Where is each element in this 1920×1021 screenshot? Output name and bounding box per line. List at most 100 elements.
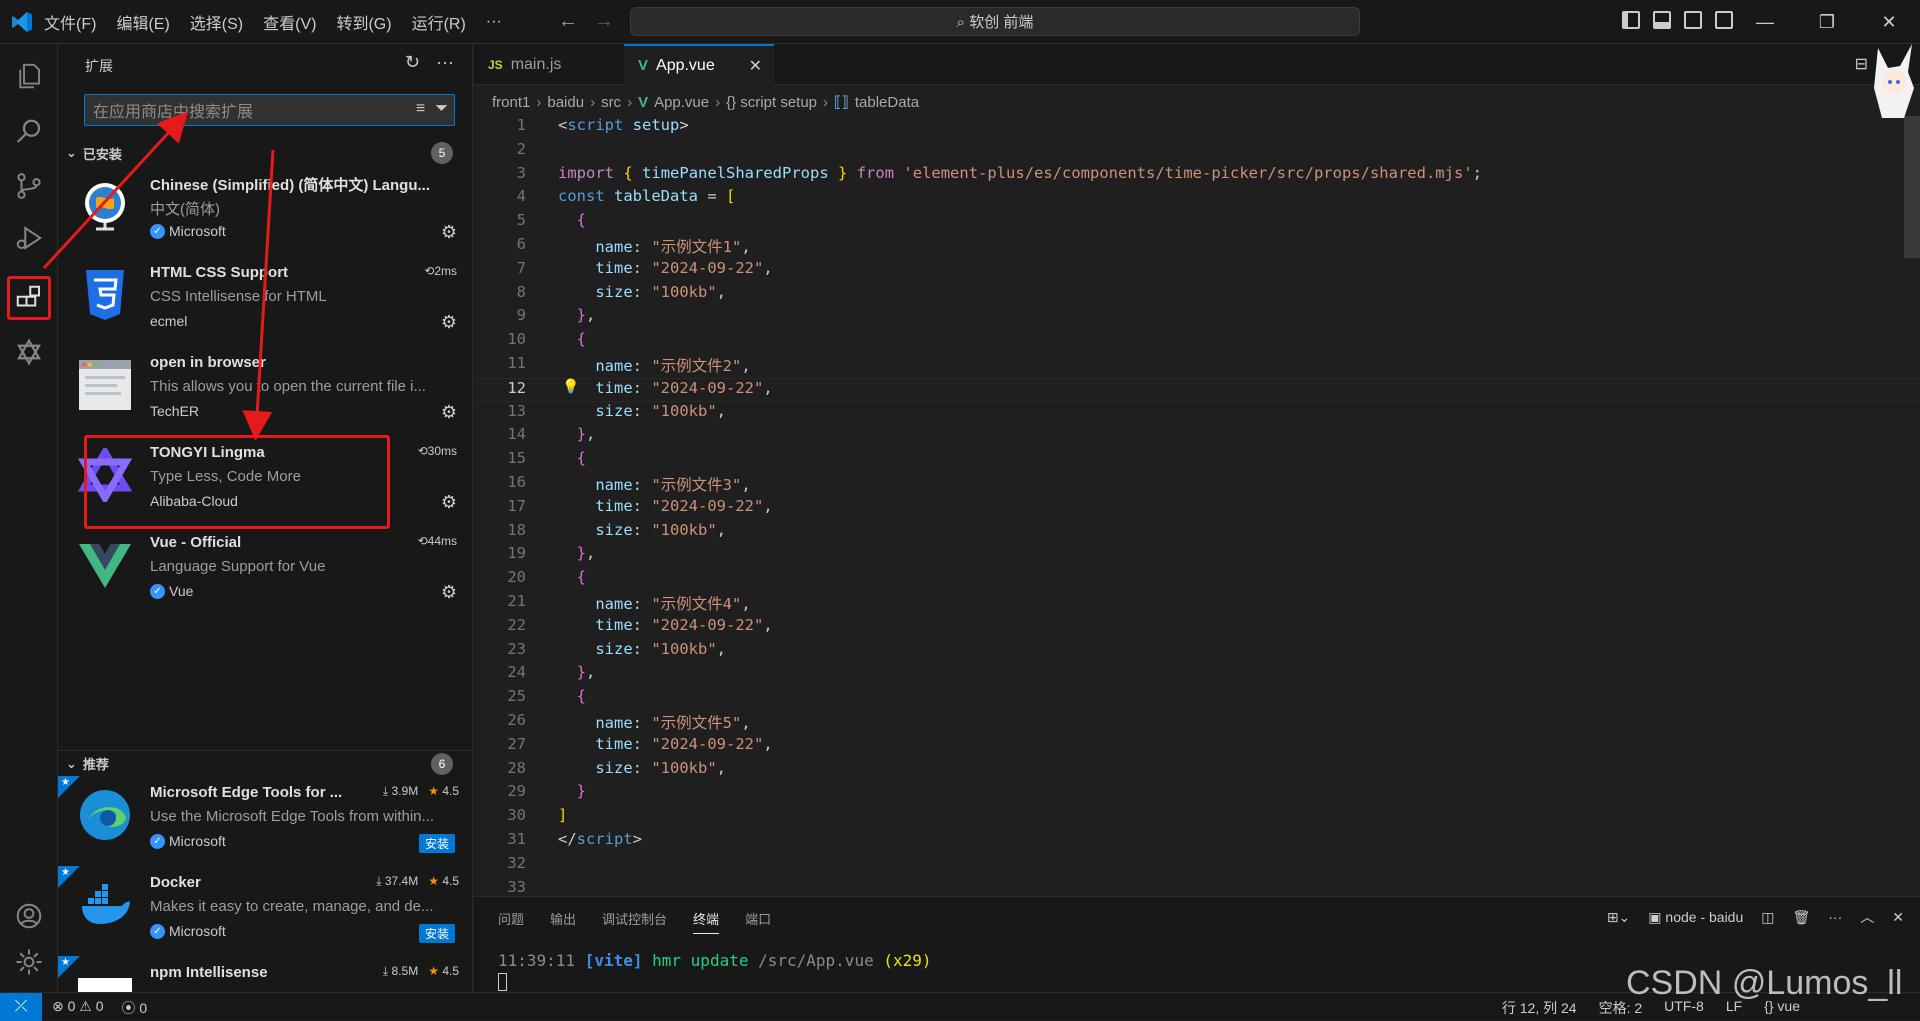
command-center[interactable]: ⌕ 软创 前端	[630, 7, 1360, 36]
cursor-position[interactable]: 行 12, 列 24	[1502, 998, 1577, 1018]
manage-gear-icon[interactable]	[9, 942, 49, 982]
extension-gear-icon[interactable]: ⚙	[441, 312, 457, 333]
extension-item-open-in-browser[interactable]: open in browser This allows you to open …	[58, 346, 473, 436]
recommended-section-header[interactable]: ⌄ 推荐 6	[58, 750, 473, 776]
minimize-icon[interactable]: —	[1734, 0, 1796, 44]
menu-view[interactable]: 查看(V)	[263, 10, 316, 34]
js-file-icon: JS	[488, 57, 503, 72]
extension-publisher: ✓ Microsoft	[150, 223, 226, 239]
recommended-star-icon: ★	[58, 776, 80, 798]
filter-icon[interactable]: ⏷	[435, 100, 448, 118]
restore-icon[interactable]: ❐	[1796, 0, 1858, 44]
search-filters: ≡ ⏷	[416, 100, 448, 118]
more-actions-icon[interactable]: ···	[1828, 909, 1842, 925]
verified-icon: ✓	[150, 583, 165, 599]
extension-item-edge-tools[interactable]: ★ Microsoft Edge Tools for ... Use the M…	[58, 776, 473, 866]
globe-icon	[85, 183, 125, 231]
tab-debug-console[interactable]: 调试控制台	[602, 909, 667, 934]
csdn-watermark: CSDN @Lumos_ll	[1626, 964, 1903, 1002]
verified-icon: ✓	[150, 223, 165, 239]
extension-desc: 中文(简体)	[150, 201, 220, 218]
code-line: 5 {	[516, 211, 587, 230]
code-line-active: 12 💡 time: "2024-09-22",	[474, 377, 1920, 402]
run-debug-icon[interactable]	[9, 218, 49, 258]
more-actions-icon[interactable]: ···	[436, 52, 454, 73]
back-arrow-icon[interactable]: ←	[558, 10, 578, 33]
extensions-search-input[interactable]: 在应用商店中搜索扩展 ≡ ⏷	[84, 94, 455, 126]
publisher-name: Microsoft	[169, 833, 226, 849]
breadcrumb-item[interactable]: baidu	[547, 94, 584, 111]
search-icon[interactable]	[9, 112, 49, 152]
problems-status[interactable]: ⊗ 0 ⚠ 0	[52, 998, 104, 1018]
minimap-scrollbar[interactable]	[1904, 116, 1920, 258]
extension-stats: ⤓ 8.5M ★ 4.5	[383, 964, 459, 979]
menu-run[interactable]: 运行(R)	[412, 10, 466, 34]
code-line: 30]	[507, 806, 568, 825]
vue-file-icon: V	[638, 57, 649, 74]
code-line: 26 name: "示例文件5",	[507, 711, 751, 732]
remote-indicator-icon[interactable]: ⤫	[0, 993, 42, 1021]
extension-gear-icon[interactable]: ⚙	[441, 402, 457, 423]
maximize-panel-icon[interactable]: ︿	[1860, 907, 1874, 927]
customize-layout-icon[interactable]	[1715, 11, 1733, 29]
code-editor[interactable]: 1 <script setup> 2 3 import { timePanelSha…	[474, 116, 1920, 896]
toggle-panel-icon[interactable]	[1653, 11, 1671, 29]
code-line: 23 size: "100kb",	[507, 639, 726, 658]
close-tab-icon[interactable]: ✕	[749, 56, 762, 76]
code-line: 13 size: "100kb",	[507, 401, 726, 420]
menu-file[interactable]: 文件(F)	[44, 10, 96, 34]
extension-item-npm-intellisense[interactable]: ★ npm Intellisense ⤓ 8.5M ★ 4.5	[58, 956, 473, 992]
breadcrumb-item[interactable]: src	[601, 94, 621, 111]
ports-status[interactable]: ⦿ 0	[122, 998, 148, 1018]
menu-more[interactable]: ···	[486, 13, 502, 31]
breadcrumb-item[interactable]: App.vue	[654, 94, 709, 111]
split-terminal-icon[interactable]: ◫	[1761, 909, 1774, 926]
tab-output[interactable]: 输出	[550, 909, 576, 934]
explorer-icon[interactable]	[9, 56, 49, 96]
extension-gear-icon[interactable]: ⚙	[441, 582, 457, 603]
css3-icon	[86, 270, 124, 320]
toggle-secondary-sidebar-icon[interactable]	[1684, 11, 1702, 29]
install-button[interactable]: 安装	[418, 834, 455, 853]
lingma-icon[interactable]	[9, 332, 49, 372]
extension-item-chinese[interactable]: Chinese (Simplified) (简体中文) Langu... 中文(…	[58, 166, 473, 256]
verified-icon: ✓	[150, 833, 165, 849]
extension-publisher: ✓ Vue	[150, 583, 193, 599]
breadcrumb-item[interactable]: front1	[492, 94, 530, 111]
terminal-output[interactable]: 11:39:11 [vite] hmr update /src/App.vue …	[498, 951, 932, 970]
code-line: 21 name: "示例文件4",	[507, 592, 751, 613]
split-editor-icon[interactable]: ⊟	[1855, 54, 1868, 74]
tab-terminal[interactable]: 终端	[693, 909, 720, 934]
extension-item-vue[interactable]: Vue - Official Language Support for Vue …	[58, 526, 473, 616]
extension-item-docker[interactable]: ★ Docker Makes it easy to create, manage…	[58, 866, 473, 956]
tab-ports[interactable]: 端口	[745, 909, 771, 934]
breadcrumb-item[interactable]: tableData	[855, 94, 919, 111]
tab-problems[interactable]: 问题	[498, 909, 524, 934]
tab-label: App.vue	[656, 56, 715, 74]
menu-selection[interactable]: 选择(S)	[190, 10, 243, 34]
extension-item-html-css[interactable]: HTML CSS Support CSS Intellisense for HT…	[58, 256, 473, 346]
extension-gear-icon[interactable]: ⚙	[441, 492, 457, 513]
recommended-star-icon: ★	[58, 866, 80, 888]
menu-edit[interactable]: 编辑(E)	[116, 10, 169, 34]
new-terminal-dropdown-icon[interactable]: ⊞⌄	[1607, 909, 1630, 926]
install-button[interactable]: 安装	[418, 924, 455, 943]
trash-icon[interactable]: 🗑	[1792, 909, 1810, 926]
installed-section-header[interactable]: ⌄ 已安装 5	[58, 140, 473, 166]
tab-app-vue[interactable]: V App.vue ✕	[624, 44, 774, 85]
breadcrumb-item[interactable]: {} script setup	[726, 94, 817, 111]
menu-go[interactable]: 转到(G)	[336, 10, 391, 34]
tab-main-js[interactable]: JS main.js	[474, 44, 624, 85]
source-control-icon[interactable]	[9, 166, 49, 206]
code-line: 29 }	[507, 782, 587, 801]
extension-gear-icon[interactable]: ⚙	[441, 222, 457, 243]
extensions-icon[interactable]	[7, 276, 51, 320]
account-icon[interactable]	[9, 896, 49, 936]
code-line: 1 <script setup>	[516, 116, 689, 134]
close-panel-icon[interactable]: ✕	[1892, 909, 1904, 926]
clear-filter-icon[interactable]: ≡	[416, 100, 425, 118]
terminal-instance[interactable]: ▣ node - baidu	[1648, 909, 1743, 926]
toggle-sidebar-icon[interactable]	[1622, 11, 1640, 29]
refresh-icon[interactable]: ↻	[405, 52, 420, 73]
forward-arrow-icon[interactable]: →	[594, 10, 614, 33]
